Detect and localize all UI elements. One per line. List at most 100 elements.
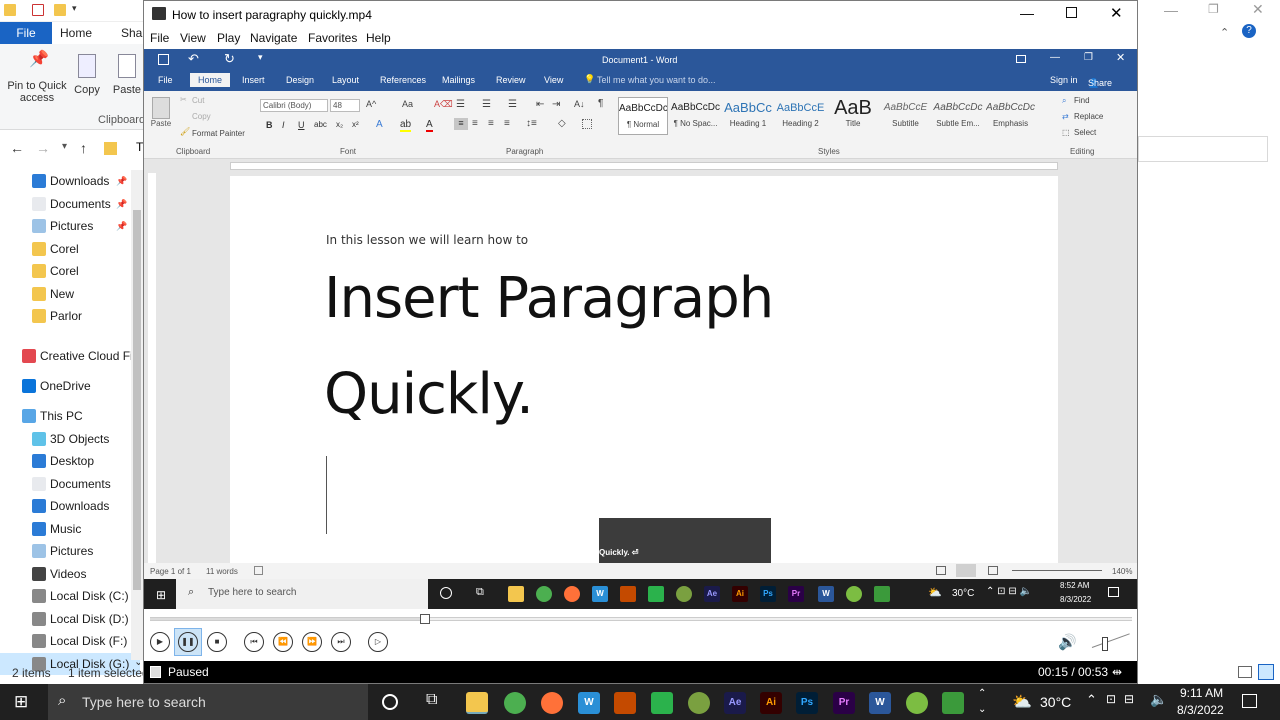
nav-item[interactable]: Music: [0, 518, 140, 540]
style-3[interactable]: AaBbCcE Heading 2: [776, 97, 826, 135]
style-0[interactable]: AaBbCcDc ¶ Normal: [618, 97, 668, 135]
stop-button[interactable]: ■: [207, 632, 227, 652]
step-frame-button[interactable]: ▷: [368, 632, 388, 652]
superscript-icon[interactable]: x²: [352, 120, 359, 129]
tell-me-box[interactable]: Tell me what you want to do...: [597, 75, 716, 85]
copy-button[interactable]: Copy: [192, 112, 211, 121]
up-arrow-icon[interactable]: ↑: [80, 140, 87, 156]
close-icon[interactable]: ✕: [1252, 1, 1264, 18]
word-minimize-icon[interactable]: —: [1050, 52, 1060, 63]
nav-item[interactable]: Corel: [0, 260, 140, 282]
clock-date[interactable]: 8/3/2022: [1177, 703, 1224, 717]
clear-formatting-icon[interactable]: A⌫: [434, 99, 453, 110]
illustrator-icon[interactable]: Ai: [760, 692, 782, 714]
italic-icon[interactable]: I: [282, 120, 285, 130]
increase-indent-icon[interactable]: ⇥: [552, 99, 560, 110]
menu-favorites[interactable]: Favorites: [308, 31, 357, 45]
font-color-icon[interactable]: A: [426, 119, 433, 132]
undo-icon[interactable]: ↶: [188, 51, 199, 67]
decrease-indent-icon[interactable]: ⇤: [536, 99, 544, 110]
volume-thumb[interactable]: [1102, 637, 1108, 651]
after-effects-icon[interactable]: Ae: [724, 692, 746, 714]
nav-item[interactable]: Local Disk (D:): [0, 608, 140, 630]
weather-temp[interactable]: 30°C: [1040, 694, 1071, 710]
multilevel-list-icon[interactable]: ☰: [508, 99, 517, 110]
tab-file[interactable]: File: [0, 22, 52, 44]
menu-navigate[interactable]: Navigate: [250, 31, 297, 45]
menu-help[interactable]: Help: [366, 31, 391, 45]
previous-button[interactable]: ⏮: [244, 632, 264, 652]
restore-icon[interactable]: ❐: [1208, 2, 1219, 16]
next-button[interactable]: ⏭: [331, 632, 351, 652]
app-globe-icon[interactable]: [688, 692, 710, 714]
strikethrough-icon[interactable]: abc: [314, 120, 327, 129]
word-tab-review[interactable]: Review: [496, 75, 526, 85]
proofing-icon[interactable]: [254, 566, 263, 575]
word-close-icon[interactable]: ✕: [1116, 51, 1125, 64]
app-refresh-icon[interactable]: [906, 692, 928, 714]
word-tab-layout[interactable]: Layout: [332, 75, 359, 85]
nav-item[interactable]: 3D Objects: [0, 428, 140, 450]
justify-icon[interactable]: ≡: [504, 118, 510, 129]
text-effects-icon[interactable]: A: [376, 119, 383, 130]
change-case-icon[interactable]: Aa: [402, 99, 413, 109]
select-button[interactable]: Select: [1074, 128, 1096, 137]
file-explorer-icon[interactable]: [466, 692, 488, 714]
nav-item[interactable]: Videos: [0, 563, 140, 585]
app-leaf-icon[interactable]: [942, 692, 964, 714]
pin-button[interactable]: 📌 Pin to Quick access: [4, 52, 70, 105]
subscript-icon[interactable]: x₂: [336, 120, 343, 129]
word-tab-references[interactable]: References: [380, 75, 426, 85]
find-button[interactable]: Find: [1074, 96, 1090, 105]
photoshop-icon[interactable]: Ps: [796, 692, 818, 714]
word-tab-mailings[interactable]: Mailings: [442, 75, 475, 85]
volume-icon[interactable]: 🔊: [1058, 633, 1077, 651]
app-painter-icon[interactable]: [614, 692, 636, 714]
numbering-icon[interactable]: ☰: [482, 99, 491, 110]
sort-icon[interactable]: A↓: [574, 99, 585, 109]
nav-item[interactable]: Creative Cloud Fil: [0, 345, 140, 367]
navigation-scrollbar[interactable]: [131, 170, 143, 660]
line-spacing-icon[interactable]: ↕≡: [526, 118, 537, 129]
nav-item[interactable]: Local Disk (F:): [0, 630, 140, 652]
highlight-icon[interactable]: ab: [400, 119, 412, 132]
nav-item[interactable]: OneDrive: [0, 375, 140, 397]
nav-item[interactable]: Desktop: [0, 450, 140, 472]
sign-in-link[interactable]: Sign in: [1050, 75, 1078, 85]
read-mode-icon[interactable]: [936, 566, 946, 575]
fullscreen-icon[interactable]: ⇹: [1112, 661, 1122, 683]
network-icon[interactable]: ⊡: [1106, 692, 1116, 706]
help-icon[interactable]: ?: [1242, 24, 1256, 38]
seek-thumb[interactable]: [419, 614, 430, 624]
task-view-icon[interactable]: ⧉: [426, 691, 437, 709]
word-tab-insert[interactable]: Insert: [242, 75, 265, 85]
word-tab-design[interactable]: Design: [286, 75, 314, 85]
nav-item[interactable]: Pictures: [0, 540, 140, 562]
menu-view[interactable]: View: [180, 31, 206, 45]
font-size-select[interactable]: 48: [330, 99, 360, 112]
maximize-button[interactable]: [1066, 7, 1077, 18]
align-left-icon[interactable]: ≡: [454, 118, 468, 130]
chrome-icon[interactable]: [504, 692, 526, 714]
menu-play[interactable]: Play: [217, 31, 240, 45]
word-app-icon[interactable]: W: [869, 692, 891, 714]
copy-button[interactable]: Copy: [72, 54, 102, 96]
tab-home[interactable]: Home: [60, 22, 92, 44]
cortana-icon[interactable]: [382, 694, 398, 710]
align-center-icon[interactable]: ≡: [472, 118, 478, 129]
replace-button[interactable]: Replace: [1074, 112, 1103, 121]
redo-icon[interactable]: ↻: [224, 51, 235, 67]
customize-qat-icon[interactable]: ▾: [258, 52, 263, 63]
nav-item[interactable]: Corel: [0, 238, 140, 260]
cut-button[interactable]: Cut: [192, 96, 204, 105]
nav-item[interactable]: This PC: [0, 405, 140, 427]
pause-button[interactable]: ❚❚: [178, 632, 198, 652]
print-layout-icon[interactable]: [956, 564, 976, 577]
word-tab-home[interactable]: Home: [190, 73, 231, 87]
borders-icon[interactable]: [582, 119, 592, 129]
save-icon[interactable]: [158, 54, 169, 65]
app-w-icon[interactable]: W: [578, 692, 600, 714]
fast-forward-button[interactable]: ⏩: [302, 632, 322, 652]
notification-icon[interactable]: [1242, 694, 1257, 708]
display-icon[interactable]: ⊟: [1124, 692, 1134, 706]
